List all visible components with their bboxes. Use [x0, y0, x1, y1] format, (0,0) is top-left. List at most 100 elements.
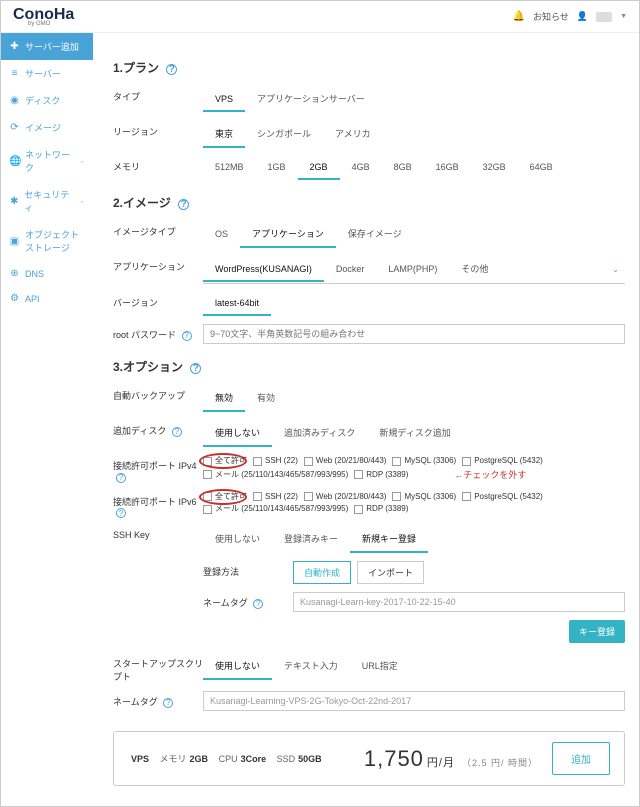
- mem-opt-8g[interactable]: 8GB: [382, 156, 424, 180]
- sidebar-item-object-storage[interactable]: ▣オブジェクト ストレージ: [1, 221, 93, 261]
- imgtype-opt-app[interactable]: アプリケーション: [240, 221, 336, 248]
- port4-mysql[interactable]: MySQL (3306): [392, 455, 456, 468]
- mem-opt-32g[interactable]: 32GB: [471, 156, 518, 180]
- help-icon[interactable]: ?: [253, 599, 263, 609]
- network-icon: 🌐: [9, 156, 20, 167]
- mem-opt-4g[interactable]: 4GB: [340, 156, 382, 180]
- user-icon[interactable]: 👤: [577, 11, 588, 22]
- server-icon: ≡: [9, 68, 20, 79]
- rootpw-input[interactable]: [203, 324, 625, 344]
- port4-mail[interactable]: メール (25/110/143/465/587/993/995): [203, 469, 348, 482]
- startup-opt-none[interactable]: 使用しない: [203, 653, 272, 680]
- sidebar-item-image[interactable]: ⟳イメージ: [1, 114, 93, 141]
- type-label: タイプ: [113, 86, 203, 103]
- backup-opt-on[interactable]: 有効: [245, 385, 287, 412]
- logo: ConoHa by GMO: [13, 6, 74, 27]
- version-label: バージョン: [113, 292, 203, 309]
- sidebar-item-disk[interactable]: ◉ディスク: [1, 87, 93, 114]
- nametag-input[interactable]: [203, 691, 625, 711]
- regmethod-opt-auto[interactable]: 自動作成: [293, 561, 351, 584]
- disk-opt-new[interactable]: 新規ディスク追加: [367, 420, 462, 447]
- help-icon[interactable]: ?: [166, 64, 177, 75]
- startup-opt-url[interactable]: URL指定: [350, 653, 410, 680]
- plus-icon: ✚: [9, 41, 20, 52]
- mem-opt-512[interactable]: 512MB: [203, 156, 256, 180]
- disk-label: 追加ディスク ?: [113, 420, 203, 437]
- region-label: リージョン: [113, 121, 203, 138]
- port4-ssh[interactable]: SSH (22): [253, 455, 298, 468]
- backup-label: 自動バックアップ: [113, 385, 203, 402]
- app-opt-wordpress[interactable]: WordPress(KUSANAGI): [203, 258, 324, 282]
- port6-allow-all[interactable]: 全て許可: [203, 491, 247, 504]
- type-options: VPS アプリケーションサーバー: [203, 86, 625, 113]
- sidebar-item-api[interactable]: ⚙API: [1, 286, 93, 311]
- sshkey-opt-new[interactable]: 新規キー登録: [350, 526, 428, 553]
- sshkey-opt-none[interactable]: 使用しない: [203, 526, 272, 553]
- port6-postgres[interactable]: PostgreSQL (5432): [462, 491, 543, 504]
- imgtype-opt-os[interactable]: OS: [203, 223, 240, 247]
- help-icon[interactable]: ?: [182, 331, 192, 341]
- help-icon[interactable]: ?: [163, 698, 173, 708]
- port6-label: 接続許可ポート IPv6 ?: [113, 491, 203, 519]
- chevron-down-icon[interactable]: ⌄: [606, 265, 625, 274]
- dns-icon: ⊕: [9, 268, 20, 279]
- bell-icon[interactable]: 🔔: [513, 11, 525, 22]
- section-options-title: 3.オプション ?: [113, 358, 625, 375]
- type-opt-appserver[interactable]: アプリケーションサーバー: [245, 86, 377, 113]
- version-opt[interactable]: latest-64bit: [203, 292, 271, 316]
- region-opt-singapore[interactable]: シンガポール: [245, 121, 323, 148]
- disk-opt-existing[interactable]: 追加済みディスク: [272, 420, 367, 447]
- disk-icon: ◉: [9, 95, 20, 106]
- sshkey-label: SSH Key: [113, 526, 203, 540]
- type-opt-vps[interactable]: VPS: [203, 88, 245, 112]
- key-register-button[interactable]: キー登録: [569, 620, 625, 643]
- app-opt-other[interactable]: その他: [449, 256, 500, 283]
- avatar[interactable]: [596, 12, 612, 22]
- port6-mysql[interactable]: MySQL (3306): [392, 491, 456, 504]
- port6-mail[interactable]: メール (25/110/143/465/587/993/995): [203, 503, 348, 516]
- region-opt-tokyo[interactable]: 東京: [203, 121, 245, 148]
- help-icon[interactable]: ?: [178, 199, 189, 210]
- imgtype-opt-saved[interactable]: 保存イメージ: [336, 221, 414, 248]
- startup-label: スタートアップスクリプト: [113, 653, 203, 683]
- port6-web[interactable]: Web (20/21/80/443): [304, 491, 387, 504]
- annotation-text: ←チェックを外す: [454, 468, 526, 482]
- help-icon[interactable]: ?: [116, 473, 126, 483]
- backup-opt-off[interactable]: 無効: [203, 385, 245, 412]
- region-opt-america[interactable]: アメリカ: [323, 121, 383, 148]
- sshkey-opt-existing[interactable]: 登録済みキー: [272, 526, 350, 553]
- rootpw-label: root パスワード ?: [113, 324, 203, 341]
- help-icon[interactable]: ?: [172, 427, 182, 437]
- sidebar-item-dns[interactable]: ⊕DNS: [1, 261, 93, 286]
- startup-opt-text[interactable]: テキスト入力: [272, 653, 350, 680]
- notifications-link[interactable]: お知らせ: [533, 10, 569, 23]
- add-button[interactable]: 追加: [552, 742, 610, 775]
- storage-icon: ▣: [9, 236, 20, 247]
- mem-opt-16g[interactable]: 16GB: [424, 156, 471, 180]
- app-opt-lamp[interactable]: LAMP(PHP): [376, 258, 449, 282]
- port6-rdp[interactable]: RDP (3389): [354, 503, 408, 516]
- port4-postgres[interactable]: PostgreSQL (5432): [462, 455, 543, 468]
- port4-label: 接続許可ポート IPv4 ?: [113, 455, 203, 483]
- price-bar: VPS メモリ2GB CPU3Core SSD50GB 1,750 円/月 （2…: [113, 731, 625, 786]
- app-opt-docker[interactable]: Docker: [324, 258, 377, 282]
- regmethod-opt-import[interactable]: インポート: [357, 561, 424, 584]
- port6-ssh[interactable]: SSH (22): [253, 491, 298, 504]
- help-icon[interactable]: ?: [116, 508, 126, 518]
- help-icon[interactable]: ?: [190, 363, 201, 374]
- port4-allow-all[interactable]: 全て許可: [203, 455, 247, 468]
- section-image-title: 2.イメージ ?: [113, 194, 625, 211]
- port4-rdp[interactable]: RDP (3389): [354, 469, 408, 482]
- api-icon: ⚙: [9, 293, 20, 304]
- chevron-down-icon[interactable]: ▼: [620, 13, 627, 20]
- sidebar-item-security[interactable]: ✱セキュリティ⌄: [1, 181, 93, 221]
- mem-opt-1g[interactable]: 1GB: [256, 156, 298, 180]
- sidebar-item-network[interactable]: 🌐ネットワーク⌄: [1, 141, 93, 181]
- port4-web[interactable]: Web (20/21/80/443): [304, 455, 387, 468]
- mem-opt-64g[interactable]: 64GB: [518, 156, 565, 180]
- disk-opt-none[interactable]: 使用しない: [203, 420, 272, 447]
- mem-opt-2g[interactable]: 2GB: [298, 156, 340, 180]
- nametag-key-input[interactable]: [293, 592, 625, 612]
- sidebar-item-add-server[interactable]: ✚サーバー追加: [1, 33, 93, 60]
- sidebar-item-server[interactable]: ≡サーバー: [1, 60, 93, 87]
